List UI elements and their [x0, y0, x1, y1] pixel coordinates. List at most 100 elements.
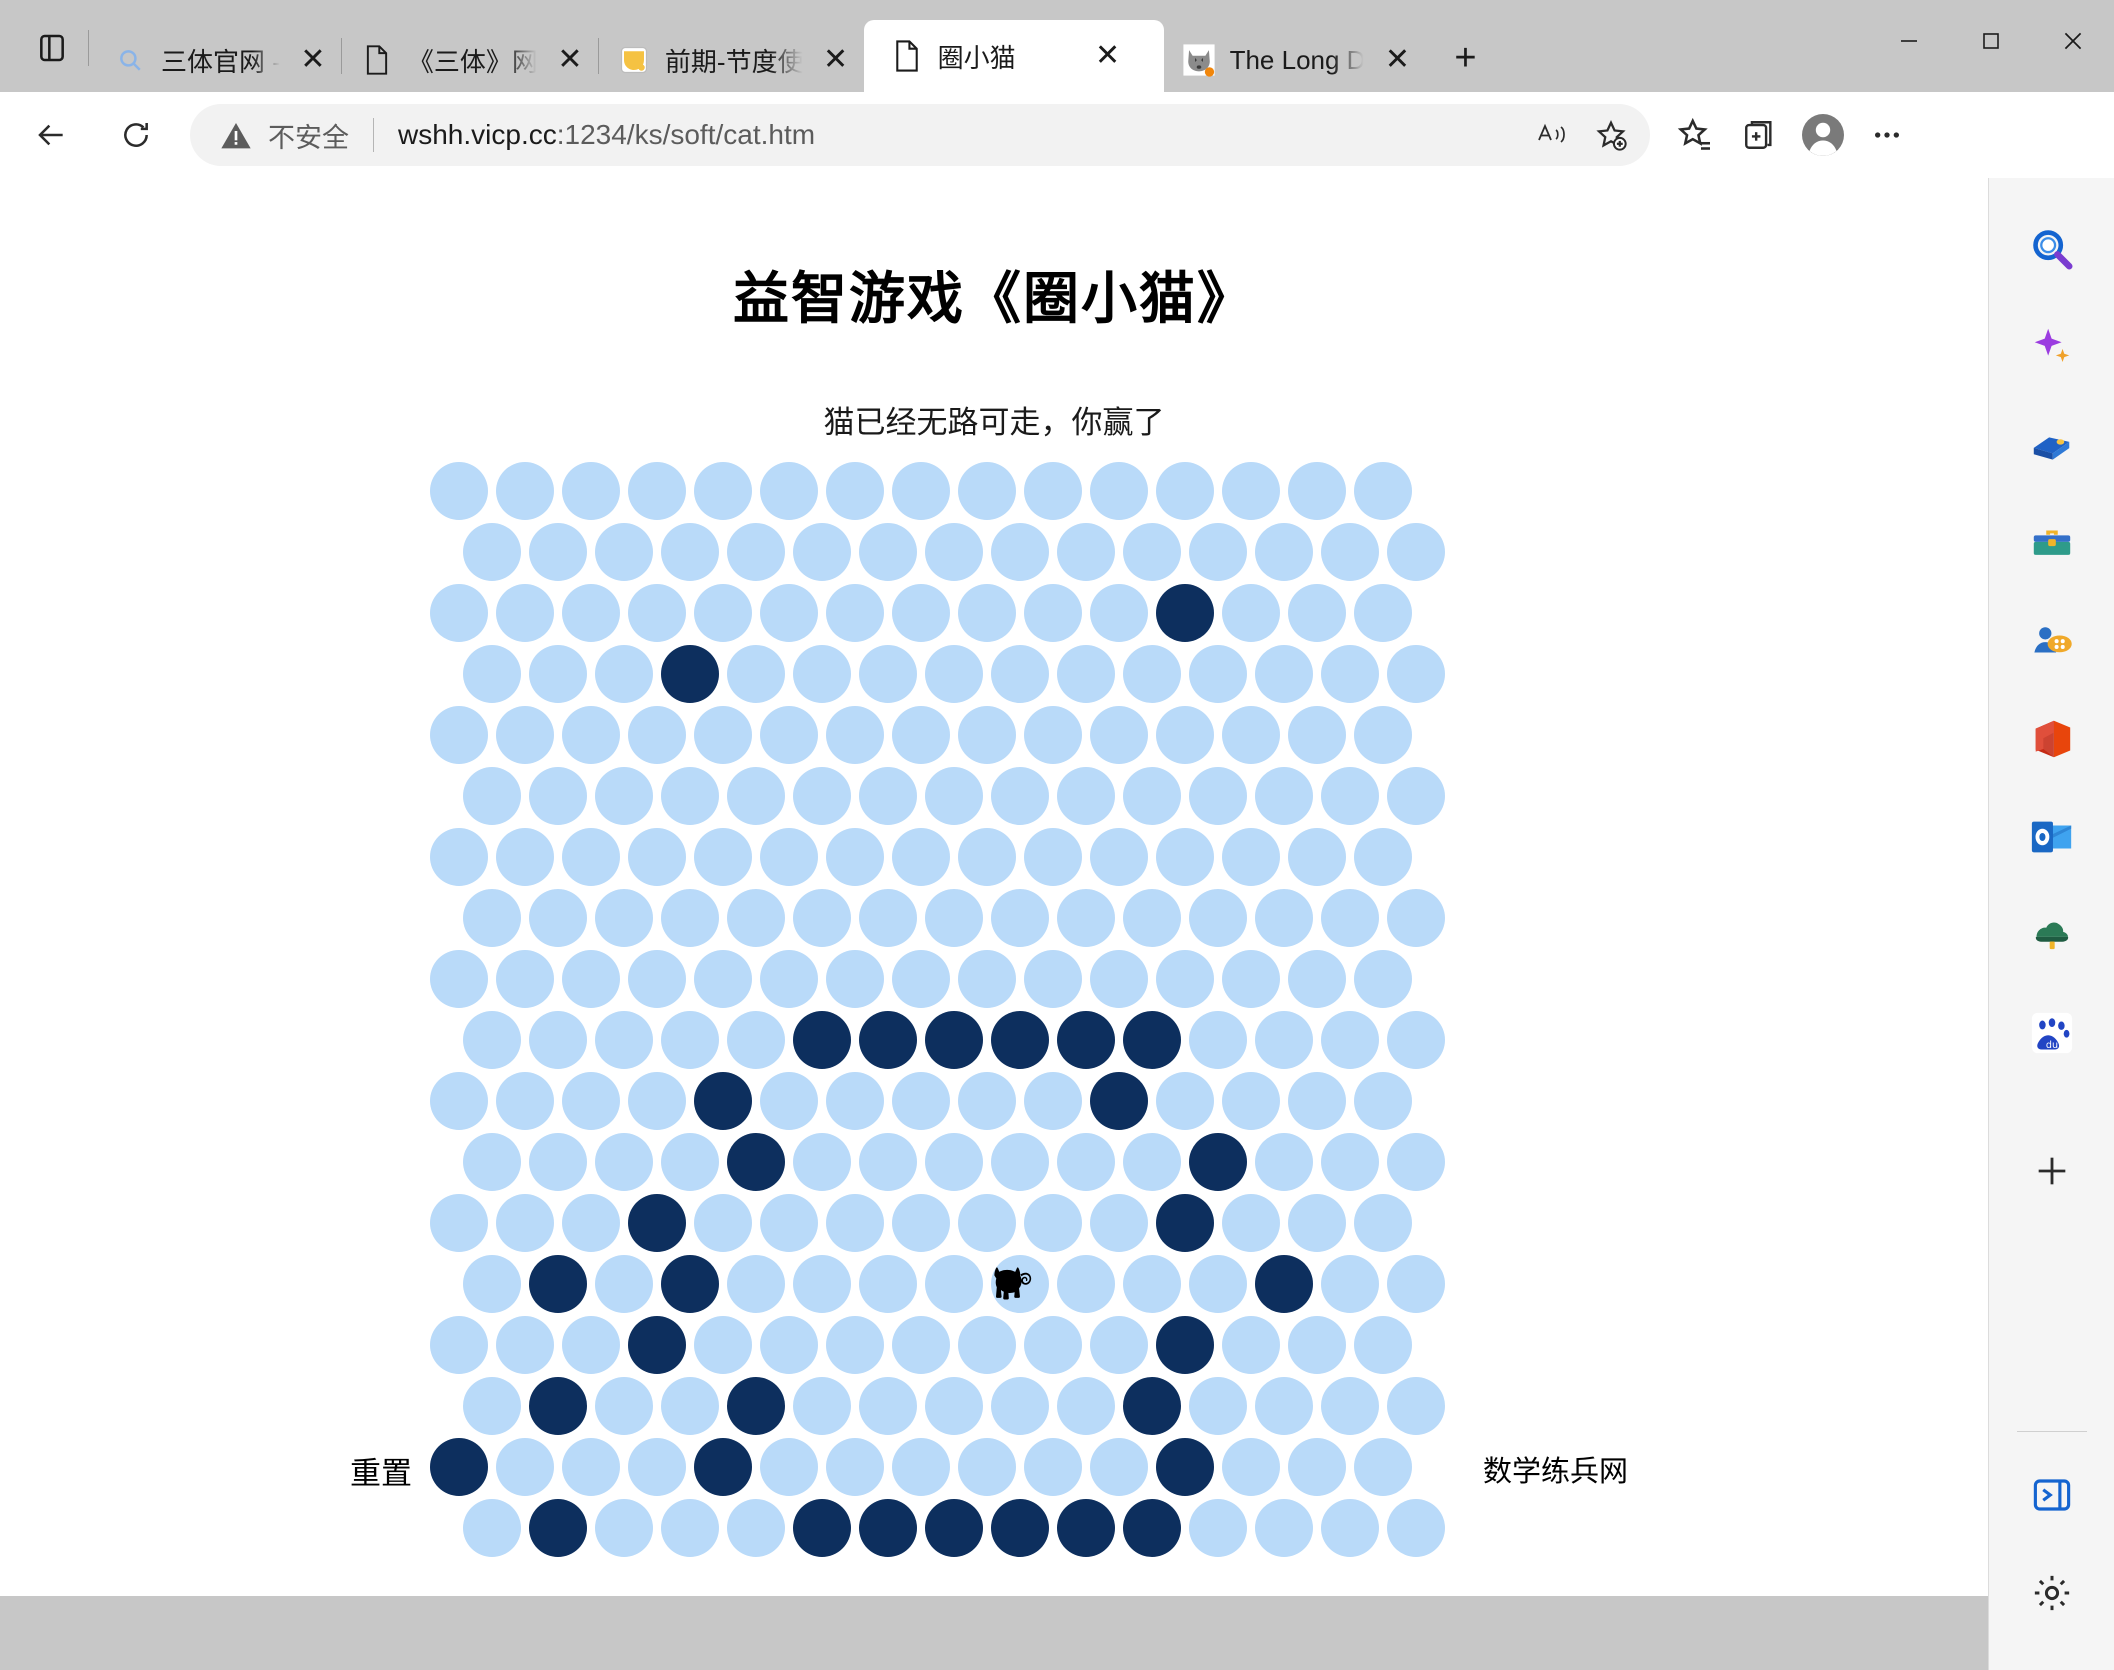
board-cell[interactable] — [529, 523, 587, 581]
board-cell[interactable] — [1255, 1011, 1313, 1069]
board-cell[interactable] — [958, 462, 1016, 520]
expand-sidebar-icon[interactable] — [2015, 1458, 2089, 1532]
board-cell[interactable] — [1255, 523, 1313, 581]
board-cell[interactable] — [991, 1377, 1049, 1435]
board-cell-blocked[interactable] — [1057, 1499, 1115, 1557]
board-cell[interactable] — [463, 767, 521, 825]
new-tab-button[interactable]: + — [1437, 30, 1493, 86]
board-cell-blocked[interactable] — [1057, 1011, 1115, 1069]
read-aloud-icon[interactable] — [1526, 108, 1580, 162]
board-cell[interactable] — [925, 889, 983, 947]
board-cell[interactable] — [1288, 1194, 1346, 1252]
board-cell[interactable] — [1090, 1316, 1148, 1374]
board-cell-blocked[interactable] — [1123, 1499, 1181, 1557]
board-cell[interactable] — [694, 950, 752, 1008]
board-cell[interactable] — [793, 1255, 851, 1313]
add-to-favorites-icon[interactable] — [1584, 108, 1638, 162]
board-cell[interactable] — [859, 767, 917, 825]
board-cell[interactable] — [1321, 889, 1379, 947]
board-cell[interactable] — [1255, 645, 1313, 703]
board-cell-blocked[interactable] — [1123, 1011, 1181, 1069]
board-cell[interactable] — [958, 1072, 1016, 1130]
board-cell[interactable] — [859, 1377, 917, 1435]
board-cell[interactable] — [1024, 1316, 1082, 1374]
board-cell[interactable] — [793, 889, 851, 947]
board-cell[interactable] — [1123, 523, 1181, 581]
board-cell[interactable] — [859, 889, 917, 947]
board-cell[interactable] — [925, 767, 983, 825]
board-cell[interactable] — [991, 767, 1049, 825]
board-cell[interactable] — [1057, 1377, 1115, 1435]
board-cell[interactable] — [1057, 523, 1115, 581]
board-cell[interactable] — [628, 706, 686, 764]
board-cell[interactable] — [793, 523, 851, 581]
board-cell[interactable] — [529, 1011, 587, 1069]
board-cell[interactable] — [1321, 1011, 1379, 1069]
board-cell-blocked[interactable] — [1156, 1316, 1214, 1374]
board-cell[interactable] — [1387, 1133, 1445, 1191]
board-cell[interactable] — [1321, 645, 1379, 703]
board-cell[interactable] — [1024, 1072, 1082, 1130]
refresh-button[interactable] — [108, 107, 164, 163]
tab-close-button[interactable]: ✕ — [548, 38, 592, 82]
board-cell[interactable] — [1090, 950, 1148, 1008]
board-cell[interactable] — [760, 1072, 818, 1130]
board-cell[interactable] — [1024, 706, 1082, 764]
board-cell[interactable] — [1321, 767, 1379, 825]
tab-close-button[interactable]: ✕ — [291, 38, 335, 82]
board-cell[interactable] — [1255, 767, 1313, 825]
board-cell[interactable] — [595, 889, 653, 947]
board-cell[interactable] — [661, 1377, 719, 1435]
board-cell[interactable] — [562, 828, 620, 886]
tab-close-button[interactable]: ✕ — [1086, 34, 1130, 78]
board-cell[interactable] — [496, 584, 554, 642]
board-cell[interactable] — [595, 1255, 653, 1313]
board-cell[interactable] — [760, 1316, 818, 1374]
board-cell[interactable] — [991, 1133, 1049, 1191]
board-cell[interactable] — [628, 828, 686, 886]
board-cell[interactable] — [826, 950, 884, 1008]
minimize-button[interactable] — [1868, 0, 1950, 82]
board-cell-blocked[interactable] — [925, 1011, 983, 1069]
board-cell[interactable] — [1189, 1011, 1247, 1069]
board-cell[interactable] — [595, 767, 653, 825]
board-cell[interactable] — [859, 1255, 917, 1313]
maximize-button[interactable] — [1950, 0, 2032, 82]
board-cell-blocked[interactable] — [529, 1255, 587, 1313]
board-cell[interactable] — [1057, 767, 1115, 825]
board-cell-blocked[interactable] — [529, 1499, 587, 1557]
board-cell[interactable] — [430, 1316, 488, 1374]
board-cell[interactable] — [628, 950, 686, 1008]
board-cell[interactable] — [1057, 1133, 1115, 1191]
board-cell[interactable] — [727, 1499, 785, 1557]
board-cell[interactable] — [859, 523, 917, 581]
board-cell[interactable] — [562, 1072, 620, 1130]
board-cell[interactable] — [694, 584, 752, 642]
board-cell[interactable] — [430, 462, 488, 520]
board-cell[interactable] — [1387, 523, 1445, 581]
board-cell-blocked[interactable] — [529, 1377, 587, 1435]
board-cell[interactable] — [1057, 889, 1115, 947]
board-cell[interactable] — [1057, 645, 1115, 703]
board-cell[interactable] — [430, 706, 488, 764]
board-cell[interactable] — [1255, 1499, 1313, 1557]
board-cell-blocked[interactable] — [628, 1194, 686, 1252]
url-text[interactable]: wshh.vicp.cc:1234/ks/soft/cat.htm — [398, 119, 1526, 151]
games-icon[interactable] — [2015, 604, 2089, 678]
board-cell[interactable] — [1222, 950, 1280, 1008]
board-cell[interactable] — [892, 1194, 950, 1252]
board-cell-blocked[interactable] — [925, 1499, 983, 1557]
board-cell[interactable] — [958, 1194, 1016, 1252]
board-cell[interactable] — [1288, 584, 1346, 642]
board-cell[interactable] — [826, 1194, 884, 1252]
board-cell[interactable] — [1387, 645, 1445, 703]
board-cell[interactable] — [1156, 828, 1214, 886]
board-cell[interactable] — [892, 950, 950, 1008]
board-cell[interactable] — [958, 950, 1016, 1008]
board-cell[interactable] — [1123, 889, 1181, 947]
board-cell[interactable] — [1387, 1011, 1445, 1069]
board-cell-blocked[interactable] — [661, 645, 719, 703]
board-cell[interactable] — [529, 889, 587, 947]
board-cell[interactable] — [1354, 1194, 1412, 1252]
profile-avatar[interactable] — [1794, 106, 1852, 164]
